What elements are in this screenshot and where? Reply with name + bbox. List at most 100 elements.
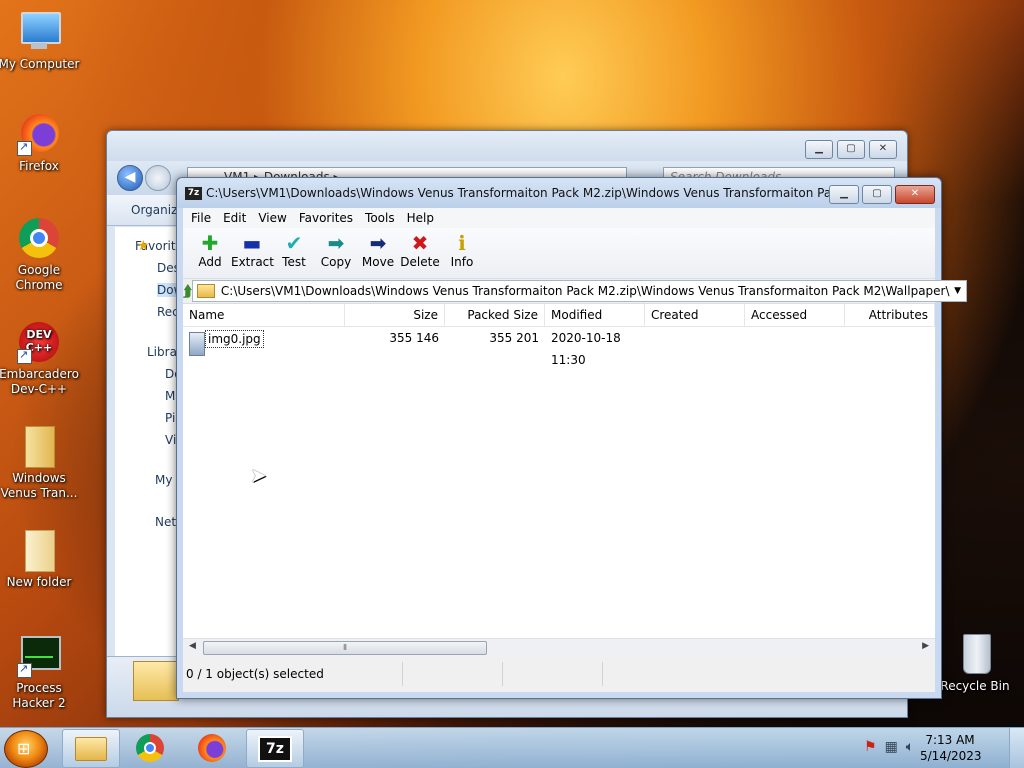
info-button[interactable]: ℹ Info: [441, 228, 483, 278]
volume-icon[interactable]: 🔈︎: [906, 739, 914, 755]
network-icon[interactable]: ▦: [885, 739, 898, 755]
folder-icon: [196, 284, 215, 298]
desktop-icon-firefox[interactable]: Firefox: [0, 112, 81, 174]
table-row[interactable]: img0.jpg 355 146 355 201 2020-10-18 11:3…: [183, 327, 935, 367]
taskbar-firefox[interactable]: [184, 729, 240, 766]
maximize-icon[interactable]: ▢: [837, 140, 865, 159]
minimize-icon[interactable]: ▁: [829, 185, 859, 204]
menu-tools[interactable]: Tools: [359, 211, 401, 225]
menu-help[interactable]: Help: [401, 211, 440, 225]
firefox-icon: [17, 112, 61, 156]
close-icon[interactable]: ✕: [869, 140, 897, 159]
scrollbar-thumb[interactable]: ⦀: [203, 641, 487, 655]
delete-button[interactable]: ✖ Delete: [399, 228, 441, 278]
desktop-icon-chrome[interactable]: Google Chrome: [0, 216, 81, 293]
status-selection: 0 / 1 object(s) selected: [183, 662, 403, 686]
file-size: 355 146: [389, 331, 439, 345]
windows-logo-icon: ⊞: [17, 739, 31, 758]
desktop-icon-devcpp[interactable]: DEV C++ Embarcadero Dev-C++: [0, 320, 81, 397]
scroll-right-icon[interactable]: ▶: [922, 641, 929, 651]
7zip-window[interactable]: 7z C:\Users\VM1\Downloads\Windows Venus …: [176, 177, 967, 699]
scroll-left-icon[interactable]: ◀: [189, 641, 196, 651]
desktop-icon-label: Google Chrome: [15, 263, 63, 292]
star-icon: ★: [137, 238, 150, 254]
horizontal-scrollbar[interactable]: ◀ ⦀ ▶: [183, 638, 935, 656]
desktop-icon-label: My Computer: [0, 57, 80, 71]
show-desktop-button[interactable]: [1009, 728, 1024, 768]
close-icon[interactable]: ✕: [895, 185, 935, 204]
taskbar-chrome[interactable]: [122, 729, 178, 766]
menu-file[interactable]: File: [185, 211, 217, 225]
desktop-icon-label: New folder: [6, 575, 72, 589]
delete-icon: ✖: [411, 231, 429, 255]
folder-icon: [17, 424, 61, 468]
devcpp-icon: DEV C++: [17, 320, 61, 364]
computer-icon: [17, 10, 61, 54]
menu-bar: File Edit View Favorites Tools Help: [183, 208, 935, 228]
col-accessed[interactable]: Accessed: [745, 304, 845, 326]
shortcut-arrow-icon: [17, 139, 32, 156]
desktop-icon-my-computer[interactable]: My Computer: [0, 10, 81, 72]
path-text: C:\Users\VM1\Downloads\Windows Venus Tra…: [220, 284, 950, 298]
system-tray: ⚑ ▦ 🔈︎: [864, 739, 914, 755]
up-folder-icon[interactable]: ⮭: [183, 280, 192, 302]
back-icon[interactable]: ◀: [117, 165, 143, 191]
window-title: C:\Users\VM1\Downloads\Windows Venus Tra…: [206, 186, 836, 200]
start-button[interactable]: ⊞: [4, 730, 48, 768]
move-icon: ➡: [369, 231, 387, 255]
zip-file-icon: [133, 661, 179, 701]
desktop-icon-label: Process Hacker 2: [12, 681, 66, 710]
7zip-icon: 7z: [258, 735, 292, 762]
7zip-titlebar[interactable]: 7z C:\Users\VM1\Downloads\Windows Venus …: [177, 178, 941, 208]
taskbar-7zip[interactable]: 7z: [246, 729, 304, 768]
maximize-icon[interactable]: ▢: [862, 185, 892, 204]
explorer-titlebar[interactable]: ▁ ▢ ✕: [107, 131, 907, 161]
taskbar: ⊞ 7z ⚑ ▦ 🔈︎ 7:13 AM 5/14/2023: [0, 727, 1024, 768]
file-list[interactable]: Name Size Packed Size Modified Created A…: [183, 304, 935, 656]
action-center-flag-icon[interactable]: ⚑: [864, 739, 877, 755]
col-modified[interactable]: Modified: [545, 304, 645, 326]
desktop-icon-recycle-bin[interactable]: Recycle Bin: [933, 632, 1017, 694]
folder-icon: [17, 528, 61, 572]
menu-favorites[interactable]: Favorites: [293, 211, 359, 225]
clock[interactable]: 7:13 AM 5/14/2023: [920, 732, 982, 764]
clock-date: 5/14/2023: [920, 749, 982, 763]
image-file-icon: [189, 332, 205, 356]
path-combobox[interactable]: C:\Users\VM1\Downloads\Windows Venus Tra…: [191, 280, 967, 302]
clock-time: 7:13 AM: [925, 733, 975, 747]
shortcut-arrow-icon: [17, 347, 32, 364]
chevron-down-icon[interactable]: ▼: [950, 286, 966, 296]
7zip-app-icon: 7z: [185, 187, 202, 200]
col-created[interactable]: Created: [645, 304, 745, 326]
extract-button[interactable]: ▬ Extract: [231, 228, 274, 278]
menu-edit[interactable]: Edit: [217, 211, 252, 225]
file-packed-size: 355 201: [489, 331, 539, 345]
extract-icon: ▬: [242, 231, 262, 255]
7zip-client: File Edit View Favorites Tools Help ✚ Ad…: [183, 208, 967, 692]
copy-button[interactable]: ➡ Copy: [315, 228, 357, 278]
desktop-icon-process-hacker[interactable]: Process Hacker 2: [0, 634, 81, 711]
col-packed-size[interactable]: Packed Size: [445, 304, 545, 326]
status-bar: 0 / 1 object(s) selected: [183, 662, 935, 686]
explorer-nav-pane: Favorites ★ Desktop Downloads Recent Pla…: [115, 227, 183, 657]
minimize-icon[interactable]: ▁: [805, 140, 833, 159]
address-bar: ⮭ C:\Users\VM1\Downloads\Windows Venus T…: [183, 278, 967, 304]
add-button[interactable]: ✚ Add: [189, 228, 231, 278]
desktop-icon-label: Firefox: [19, 159, 59, 173]
desktop-icon-new-folder[interactable]: New folder: [0, 528, 81, 590]
move-button[interactable]: ➡ Move: [357, 228, 399, 278]
forward-icon[interactable]: [145, 165, 171, 191]
taskbar-explorer[interactable]: [62, 729, 120, 768]
desktop-icon-venus-folder[interactable]: Windows Venus Tran...: [0, 424, 81, 501]
col-attributes[interactable]: Attributes: [845, 304, 935, 326]
process-hacker-icon: [17, 634, 61, 678]
chrome-icon: [17, 216, 61, 260]
file-name: img0.jpg: [205, 330, 264, 348]
folder-icon: [75, 736, 107, 761]
col-name[interactable]: Name: [183, 304, 345, 326]
file-modified: 2020-10-18 11:30: [551, 331, 621, 367]
col-size[interactable]: Size: [345, 304, 445, 326]
test-button[interactable]: ✔ Test: [273, 228, 315, 278]
menu-view[interactable]: View: [252, 211, 292, 225]
mouse-cursor-icon: ➤: [250, 463, 267, 487]
